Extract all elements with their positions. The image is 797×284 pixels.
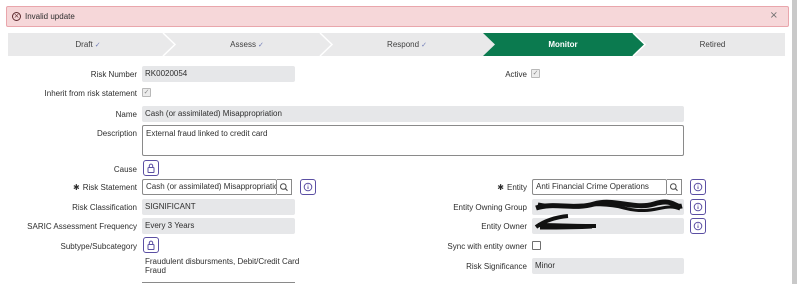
lifecycle-stepper: Draft ✓ Assess ✓ Respond ✓ Monitor Retired [8,33,785,56]
subtype-value-line2: Fraud [145,266,166,275]
saric-label: SARIC Assessment Frequency [27,222,137,231]
cause-lock-button[interactable] [143,160,159,176]
lock-icon [147,240,155,250]
info-icon [693,221,703,231]
required-icon: ✱ [497,183,504,192]
check-icon: ✓ [421,41,427,49]
active-label: Active [505,70,527,79]
entity-owning-group-label: Entity Owning Group [453,203,527,212]
check-icon: ✓ [257,41,264,49]
sync-label: Sync with entity owner [447,242,527,251]
alert-message: Invalid update [25,12,75,21]
step-draft-label: Draft [75,40,93,49]
subtype-value-line1: Fraudulent disbursments, Debit/Credit Ca… [145,257,300,266]
risk-significance-label: Risk Significance [466,262,527,271]
search-icon [670,183,678,192]
check-icon: ✓ [94,41,101,49]
entity-label: Entity [506,183,527,192]
risk-number-field: RK0020054 [142,66,295,82]
error-circle-icon: × [12,12,21,21]
search-icon [280,183,288,192]
saric-field: Every 3 Years [142,218,295,234]
entity-info-button[interactable] [690,179,706,195]
risk-classification-label: Risk Classification [72,203,137,212]
active-checkbox[interactable]: ✓ [531,69,540,78]
risk-significance-field: Minor [532,258,684,274]
step-assess-label: Assess [230,40,256,49]
risk-number-label: Risk Number [90,70,137,79]
info-icon [303,182,313,192]
close-icon[interactable]: × [770,10,778,21]
risk-statement-label: Risk Statement [82,183,137,192]
entity-owning-group-info-button[interactable] [690,199,706,215]
step-assess[interactable]: Assess ✓ [168,33,326,56]
info-icon [693,202,703,212]
scrollbar-track[interactable] [792,0,797,284]
step-respond[interactable]: Respond ✓ [326,33,488,56]
sync-checkbox[interactable] [532,241,541,250]
description-textarea[interactable]: External fraud linked to credit card [142,125,684,156]
subtype-lock-button[interactable] [143,237,159,253]
step-monitor[interactable]: Monitor [488,33,638,56]
risk-statement-input[interactable]: Cash (or assimilated) Misappropriation [142,179,277,195]
cause-label: Cause [113,165,137,174]
lock-icon [147,163,155,173]
name-label: Name [115,110,137,119]
inherit-checkbox[interactable]: ✓ [142,88,151,97]
step-respond-label: Respond [387,40,420,49]
entity-label-wrap: ✱ Entity [420,183,527,192]
info-icon [693,182,703,192]
risk-statement-search-button[interactable] [277,179,292,195]
inherit-label: Inherit from risk statement [44,89,137,98]
name-field[interactable]: Cash (or assimilated) Misappropriation [142,106,684,122]
step-draft[interactable]: Draft ✓ [8,33,168,56]
entity-owner-label: Entity Owner [481,222,527,231]
entity-owner-info-button[interactable] [690,218,706,234]
step-retired[interactable]: Retired [640,33,785,56]
error-alert: × Invalid update × [6,6,789,27]
required-icon: ✱ [73,183,80,192]
subtype-label: Subtype/Subcategory [60,242,138,251]
entity-input[interactable]: Anti Financial Crime Operations [532,179,667,195]
redaction-scribble [534,214,597,230]
entity-search-button[interactable] [667,179,682,195]
risk-statement-info-button[interactable] [300,179,316,195]
description-label: Description [96,129,137,138]
risk-classification-field: SIGNIFICANT [142,199,295,215]
step-retired-label: Retired [699,40,726,49]
risk-statement-label-wrap: ✱ Risk Statement [0,183,137,192]
step-monitor-label: Monitor [548,40,578,49]
